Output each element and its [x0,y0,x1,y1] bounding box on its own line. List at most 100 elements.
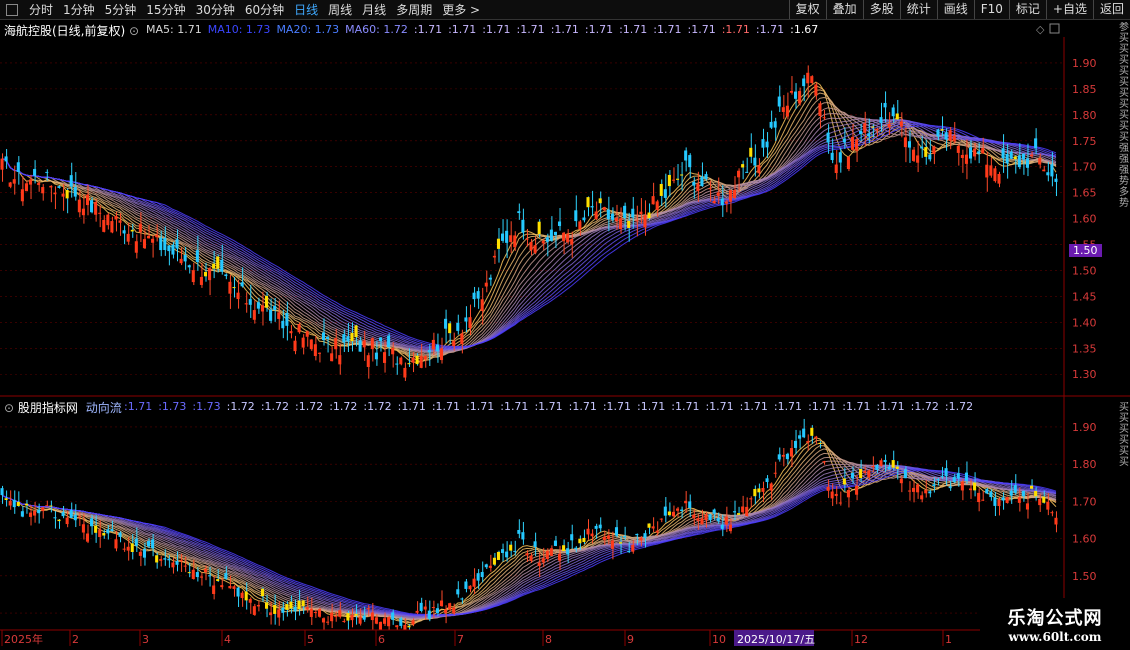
candle-body [1038,498,1042,506]
candle-body [106,214,110,226]
candle-body [37,509,41,514]
candle-body [236,587,240,597]
candle-body [391,348,395,355]
candle-body [301,337,305,348]
candle-body [899,121,903,127]
watermark-line1: 乐淘公式网 [1007,608,1103,629]
candle-body [317,352,321,354]
candle-body [244,591,248,601]
candle-body [1021,490,1025,497]
candle-body [171,244,175,255]
candle-body [517,211,521,214]
candle-body [1034,138,1038,149]
candle-body [248,599,252,603]
candle-body [85,194,90,206]
candle-body [981,499,985,501]
candle-body [289,601,293,609]
candle-body [354,325,358,338]
candle-body [28,512,33,517]
candle-body [480,299,484,311]
candle-body [293,606,297,612]
candle-body [472,578,476,587]
ma-ribbon-line [1,119,1057,352]
y-tick-label: 1.85 [1072,83,1097,96]
ma-ribbon-line [1,463,1057,619]
candle-body [842,138,846,143]
candle-body [1025,503,1030,510]
candle-body [936,479,940,481]
candle-body [968,147,973,159]
candle-body [45,171,49,173]
candle-body [423,356,427,360]
ma-ribbon-line [1,460,1057,620]
candle-body [248,299,252,305]
ma-ribbon-line [1,118,1057,353]
candle-body [924,489,928,494]
candle-body [533,245,537,253]
candle-body [419,602,423,611]
candle-body [468,317,472,328]
ma-ribbon-line [1,107,1057,356]
candle-body [4,156,8,162]
candle-body [505,551,509,558]
kline-chart[interactable]: 1.301.351.401.451.501.551.601.651.701.75… [0,0,1130,650]
candle-body [448,603,452,610]
candle-body [732,189,737,198]
y-tick-label: 1.45 [1072,290,1097,303]
candle-body [700,176,704,187]
candle-body [228,281,232,294]
candle-body [362,340,366,348]
candle-body [623,205,627,218]
candle-body [228,586,232,589]
candle-body [151,238,155,243]
ma-ribbon-line [1,465,1057,617]
candle-body [757,488,761,493]
candle-body [1050,512,1054,514]
candle-body [163,558,167,560]
candle-body [745,171,749,173]
candle-body [252,310,256,320]
candle-body [155,555,159,563]
candle-body [277,609,281,618]
candle-body [802,428,806,438]
candle-body [159,237,163,251]
candle-body [195,250,199,262]
candle-body [798,435,802,439]
candle-body [521,219,525,233]
candle-body [431,607,435,609]
candle-body [12,179,16,184]
candle-body [606,209,610,220]
candle-body [671,179,675,181]
candle-body [151,539,155,549]
candle-body [49,505,53,507]
candle-body [505,230,509,243]
candle-body [737,170,741,178]
candle-body [696,183,700,192]
candle-body [370,612,374,621]
candle-body [20,189,24,202]
candle-body [1030,485,1034,489]
candle-body [879,117,883,123]
candle-body [265,602,269,609]
candle-body [513,550,517,552]
candle-body [330,353,334,362]
candle-body [435,608,439,614]
candle-body [240,592,244,599]
y-tick-label: 1.75 [1072,135,1097,148]
x-tick-label: 1 [945,633,952,646]
candle-body [1005,153,1009,164]
candle-body [993,168,997,182]
candle-body [700,518,704,525]
candle-body [1001,497,1005,501]
candle-body [680,174,684,176]
candle-body [822,117,826,119]
candle-body [146,541,151,547]
candle-body [208,268,212,281]
candle-body [159,558,163,561]
candle-body [321,332,326,341]
candle-body [90,518,94,527]
y-tick-label: 1.50 [1072,570,1097,583]
candle-body [509,544,513,551]
candle-body [675,178,680,180]
candle-body [187,572,191,574]
